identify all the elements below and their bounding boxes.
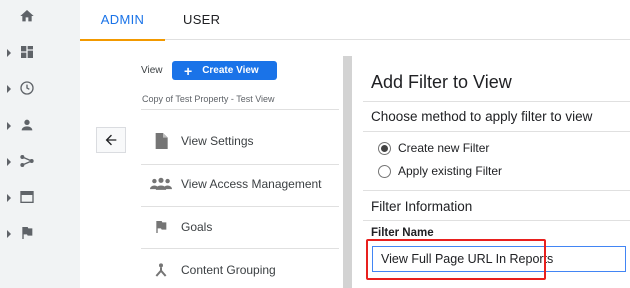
view-selector-name[interactable]: Copy of Test Property - Test View — [142, 94, 275, 104]
filter-name-input[interactable] — [372, 246, 626, 272]
method-heading: Choose method to apply filter to view — [371, 109, 593, 124]
grouping-icon — [155, 263, 167, 277]
divider — [363, 220, 630, 221]
behavior-icon — [20, 191, 34, 203]
analytics-admin-screen: ADMIN USER View + Create View Copy of Te… — [0, 0, 630, 288]
nav-item-content-grouping[interactable]: Content Grouping — [141, 249, 339, 288]
people-icon — [150, 177, 172, 190]
divider — [363, 131, 630, 132]
expand-caret-icon — [7, 230, 11, 238]
active-tab-underline — [80, 39, 165, 41]
nav-item-view-access-management[interactable]: View Access Management — [141, 163, 339, 205]
radio-label: Apply existing Filter — [398, 164, 503, 178]
create-view-label: Create View — [202, 65, 259, 76]
filter-name-label: Filter Name — [371, 227, 434, 239]
create-view-button[interactable]: + Create View — [172, 61, 277, 80]
expand-caret-icon — [7, 49, 11, 57]
admin-tab-bar: ADMIN USER — [80, 0, 630, 41]
tab-admin-label: ADMIN — [100, 12, 145, 27]
rail-item-audience[interactable] — [0, 111, 48, 141]
radio-button[interactable] — [378, 164, 391, 178]
view-column-label: View — [141, 65, 163, 76]
expand-caret-icon — [7, 85, 11, 93]
nav-item-goals[interactable]: Goals — [141, 206, 339, 248]
document-icon — [155, 133, 168, 149]
content-gutter — [48, 0, 80, 288]
nav-item-label: Goals — [181, 220, 213, 234]
nav-item-label: Content Grouping — [181, 263, 276, 277]
rail-item-conversions[interactable] — [0, 219, 48, 249]
expand-caret-icon — [7, 122, 11, 130]
nav-item-label: View Access Management — [181, 177, 322, 191]
radio-apply-existing-filter[interactable]: Apply existing Filter — [378, 164, 502, 178]
rail-item-behavior[interactable] — [0, 183, 48, 213]
tab-admin[interactable]: ADMIN — [80, 0, 165, 41]
radio-button[interactable] — [378, 141, 391, 155]
acquisition-icon — [20, 155, 34, 167]
flag-icon — [156, 221, 167, 233]
divider — [363, 190, 630, 191]
radio-create-new-filter[interactable]: Create new Filter — [378, 141, 489, 155]
rail-item-acquisition[interactable] — [0, 147, 48, 177]
rail-item-home[interactable] — [0, 2, 48, 32]
customization-icon — [21, 46, 33, 58]
left-nav-rail — [0, 0, 48, 288]
filter-info-heading: Filter Information — [371, 199, 473, 214]
rail-item-customization[interactable] — [0, 38, 48, 68]
radio-selected-dot — [381, 144, 388, 152]
divider — [141, 109, 339, 110]
rail-item-realtime[interactable] — [0, 74, 48, 104]
expand-caret-icon — [7, 158, 11, 166]
plus-icon: + — [184, 62, 193, 79]
page-title: Add Filter to View — [371, 72, 512, 92]
audience-person-icon — [21, 119, 33, 131]
nav-item-label: View Settings — [181, 134, 254, 148]
arrow-left-icon — [105, 134, 117, 146]
realtime-clock-icon — [20, 81, 34, 95]
radio-label: Create new Filter — [398, 141, 490, 155]
divider — [363, 101, 630, 102]
panel-divider — [343, 56, 352, 288]
home-icon — [20, 10, 34, 22]
expand-caret-icon — [7, 194, 11, 202]
back-button[interactable] — [96, 127, 126, 153]
conversions-flag-icon — [22, 227, 33, 239]
nav-item-view-settings[interactable]: View Settings — [141, 120, 339, 162]
tab-user[interactable]: USER — [183, 0, 220, 40]
